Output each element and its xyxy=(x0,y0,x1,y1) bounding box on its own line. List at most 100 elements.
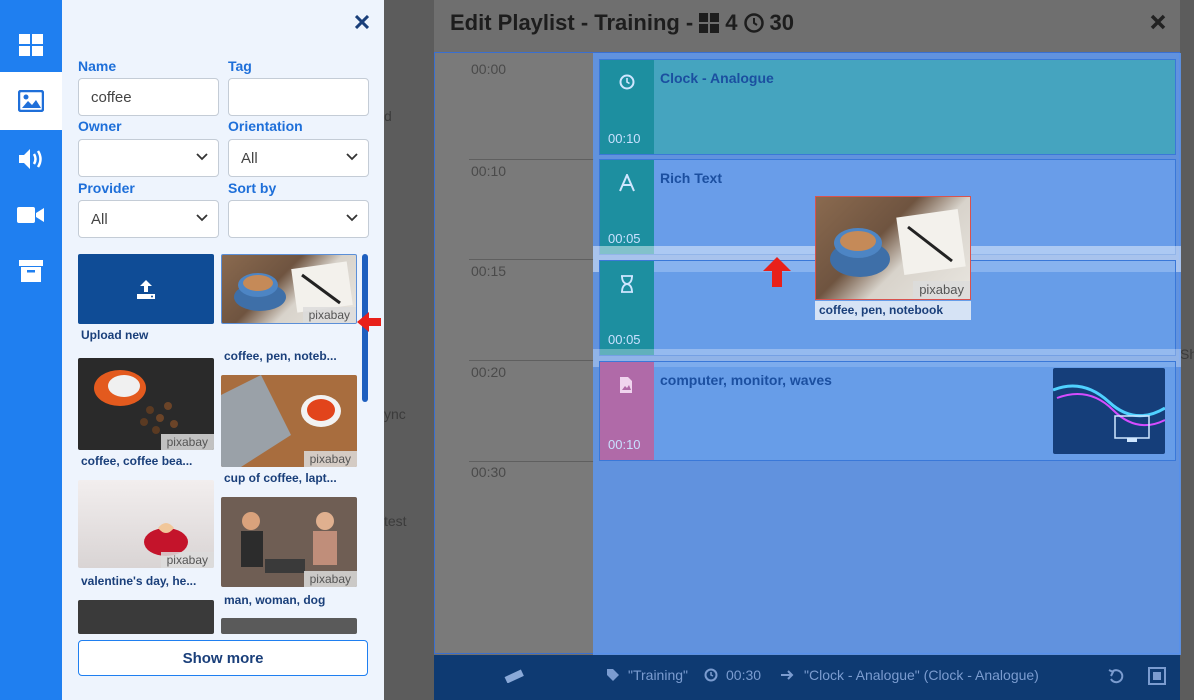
media-thumbnail[interactable] xyxy=(78,600,214,634)
image-icon xyxy=(18,90,44,112)
tag-label: Tag xyxy=(228,58,252,74)
undo-icon[interactable] xyxy=(1108,668,1124,684)
pixabay-badge: pixabay xyxy=(160,552,214,568)
timeline-label: 00:20 xyxy=(471,364,507,380)
owner-select[interactable] xyxy=(78,139,219,177)
layouts-tab[interactable] xyxy=(0,16,62,74)
owner-label: Owner xyxy=(78,118,122,134)
provider-select[interactable]: All xyxy=(78,200,219,238)
show-more-button[interactable]: Show more xyxy=(78,640,368,676)
archive-tab[interactable] xyxy=(0,242,62,300)
video-icon xyxy=(17,207,44,223)
media-caption: coffee, coffee bea... xyxy=(81,454,193,468)
modal-title-text: Edit Playlist - Training - xyxy=(450,10,694,35)
images-tab[interactable] xyxy=(0,72,62,130)
pixabay-badge: pixabay xyxy=(303,571,357,587)
orientation-label: Orientation xyxy=(228,118,303,134)
timeline-label: 00:15 xyxy=(471,263,507,279)
audio-tab[interactable] xyxy=(0,130,62,188)
widget-title: computer, monitor, waves xyxy=(660,372,832,388)
orientation-select-value: All xyxy=(241,149,258,167)
sortby-label: Sort by xyxy=(228,180,277,196)
hourglass-icon xyxy=(621,275,633,293)
drag-preview-caption: coffee, pen, notebook xyxy=(815,301,971,320)
clock-icon xyxy=(704,668,718,682)
media-thumbnail[interactable]: pixabay xyxy=(221,497,357,587)
chevron-down-icon xyxy=(196,153,208,161)
close-toolbox-button[interactable] xyxy=(352,12,372,32)
fit-screen-icon[interactable] xyxy=(1148,667,1166,685)
footer-time: 00:30 xyxy=(726,667,762,683)
clock-icon xyxy=(619,74,635,90)
provider-label: Provider xyxy=(78,180,135,196)
widget-image[interactable]: computer, monitor, waves 00:10 xyxy=(599,361,1176,461)
widget-duration: 00:10 xyxy=(608,131,641,146)
duration-total: 30 xyxy=(769,10,794,35)
name-input[interactable]: coffee xyxy=(78,78,219,116)
bg-fragment: ync xyxy=(384,406,406,422)
timeline-label: 00:10 xyxy=(471,163,507,179)
widget-image-preview xyxy=(1052,368,1166,454)
name-input-value: coffee xyxy=(91,88,132,106)
provider-select-value: All xyxy=(91,210,108,228)
clock-icon xyxy=(743,13,764,33)
sortby-select[interactable] xyxy=(228,200,369,238)
media-caption: coffee, pen, noteb... xyxy=(224,349,337,363)
pixabay-badge: pixabay xyxy=(160,434,214,450)
chevron-down-icon xyxy=(196,214,208,222)
bg-fragment: d xyxy=(384,108,392,124)
media-caption: cup of coffee, lapt... xyxy=(224,471,337,485)
ruler-icon[interactable] xyxy=(504,669,524,683)
grid-icon xyxy=(699,13,720,33)
video-tab[interactable] xyxy=(0,186,62,244)
upload-new-label: Upload new xyxy=(81,328,149,342)
timeline-label: 00:30 xyxy=(471,464,507,480)
name-label: Name xyxy=(78,58,117,74)
playlist-timeline[interactable]: 00:00 00:10 00:15 00:20 00:30 Clock - An… xyxy=(434,52,1181,655)
archive-icon xyxy=(19,260,43,282)
timeline-divider xyxy=(469,360,594,361)
tag-input[interactable] xyxy=(228,78,369,116)
close-icon[interactable] xyxy=(1150,14,1166,30)
image-file-icon xyxy=(620,377,632,393)
media-thumbnail[interactable] xyxy=(221,618,357,634)
timeline-divider xyxy=(469,259,594,260)
edit-playlist-modal: Edit Playlist - Training - 4 30 00:00 00… xyxy=(434,0,1181,700)
close-icon xyxy=(354,14,370,30)
footer-current-widget: "Clock - Analogue" (Clock - Analogue) xyxy=(804,667,1039,683)
grid-icon xyxy=(19,34,43,56)
drag-preview-image: pixabay xyxy=(815,196,971,300)
media-thumbnail[interactable]: pixabay xyxy=(221,254,357,324)
pixabay-badge: pixabay xyxy=(913,281,970,299)
media-thumbnail[interactable]: pixabay xyxy=(221,375,357,467)
media-thumbnail[interactable]: pixabay xyxy=(78,358,214,450)
bg-fragment: test xyxy=(384,513,407,529)
upload-new-tile[interactable] xyxy=(78,254,214,324)
drag-preview[interactable]: pixabay coffee, pen, notebook xyxy=(815,196,971,320)
volume-icon xyxy=(19,149,42,169)
monitor-waves-image xyxy=(1052,384,1166,442)
arrow-left-icon xyxy=(357,312,381,332)
widget-count: 4 xyxy=(725,10,738,35)
widget-duration: 00:05 xyxy=(608,332,641,347)
footer-playlist-name: "Training" xyxy=(628,667,688,683)
toolbox-icon-bar xyxy=(0,0,62,700)
upload-icon xyxy=(137,280,155,299)
modal-title: Edit Playlist - Training - 4 30 xyxy=(450,10,794,36)
pixabay-badge: pixabay xyxy=(302,307,356,323)
timeline-label: 00:00 xyxy=(471,61,507,77)
media-thumbnail[interactable]: pixabay xyxy=(78,480,214,568)
widget-duration: 00:05 xyxy=(608,231,641,246)
pixabay-badge: pixabay xyxy=(303,451,357,467)
widget-title: Clock - Analogue xyxy=(660,70,774,86)
chevron-down-icon xyxy=(346,153,358,161)
text-icon xyxy=(619,174,635,192)
widget-title: Rich Text xyxy=(660,170,722,186)
orientation-select[interactable]: All xyxy=(228,139,369,177)
timeline-footer: "Training" 00:30 "Clock - Analogue" (Clo… xyxy=(434,655,1180,700)
tag-icon xyxy=(607,669,619,681)
media-caption: valentine's day, he... xyxy=(81,574,197,588)
timeline-divider xyxy=(469,461,594,462)
widget-clock[interactable]: Clock - Analogue 00:10 xyxy=(599,59,1176,155)
media-caption: man, woman, dog xyxy=(224,593,326,607)
